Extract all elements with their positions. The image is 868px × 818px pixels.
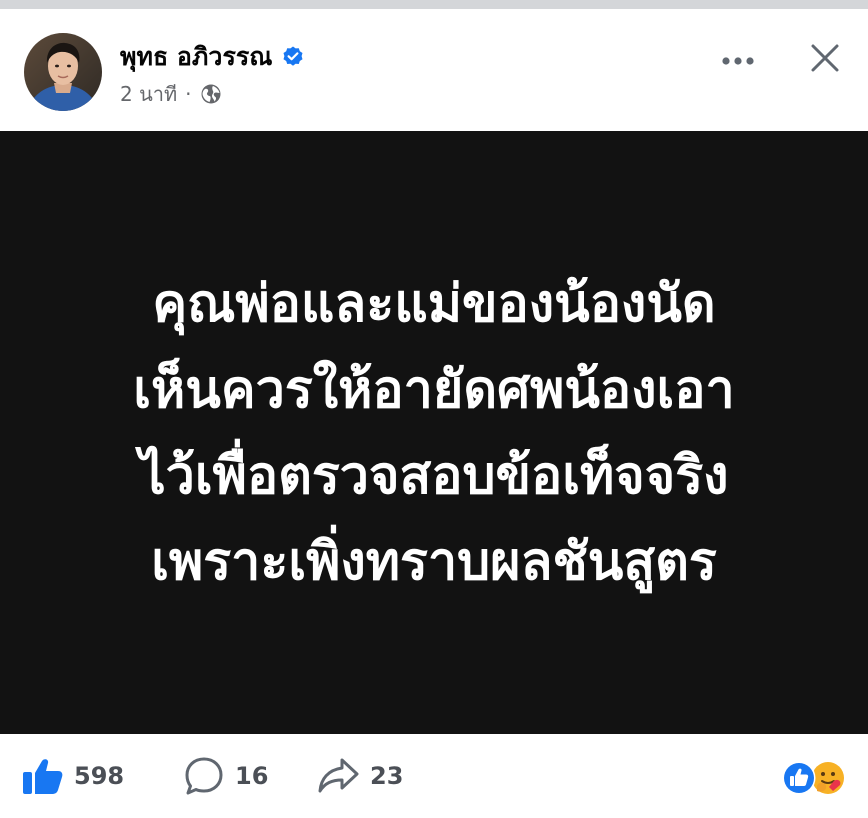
more-options-button[interactable] [714,37,762,85]
facebook-post: พุทธ อภิวรรณ 2 นาที · คุณพ่อและแม่ของน้อ… [0,0,868,818]
post-timestamp[interactable]: 2 นาที [120,78,177,110]
image-text-line: ไว้เพื่อตรวจสอบข้อเท็จจริง [139,446,729,506]
comment-bubble-icon [185,757,223,795]
close-icon [811,44,839,72]
verified-badge-icon [281,45,305,69]
share-count: 23 [370,762,404,790]
top-divider [0,0,868,9]
post-image-text: คุณพ่อและแม่ของน้องนัด เห็นควรให้อายัดศพ… [0,261,868,605]
post-meta: 2 นาที · [120,81,222,107]
image-text-line: คุณพ่อและแม่ของน้องนัด [152,274,716,334]
post-footer: 598 16 23 [0,734,868,818]
reactions-summary[interactable] [781,760,849,796]
like-count: 598 [74,762,125,790]
post-image[interactable]: คุณพ่อและแม่ของน้องนัด เห็นควรให้อายัดศพ… [0,131,868,734]
avatar[interactable] [24,33,102,111]
thumbs-up-icon [23,759,63,794]
like-button[interactable]: 598 [22,756,124,796]
avatar-image [24,33,102,111]
share-button[interactable]: 23 [316,756,403,796]
globe-icon[interactable] [200,83,222,105]
comment-count: 16 [235,762,269,790]
like-reaction-icon [782,761,816,795]
image-text-line: เพราะเพิ่งทราบผลชันสูตร [151,532,717,592]
more-options-icon [722,57,754,65]
meta-separator: · [185,82,192,106]
image-text-line: เห็นควรให้อายัดศพน้องเอา [133,360,735,420]
author-row: พุทธ อภิวรรณ [120,39,305,75]
care-reaction-icon [812,762,844,794]
comment-button[interactable]: 16 [183,756,268,796]
close-button[interactable] [801,34,849,82]
author-name[interactable]: พุทธ อภิวรรณ [120,37,273,77]
post-header: พุทธ อภิวรรณ 2 นาที · [0,9,868,131]
share-arrow-icon [318,758,359,793]
